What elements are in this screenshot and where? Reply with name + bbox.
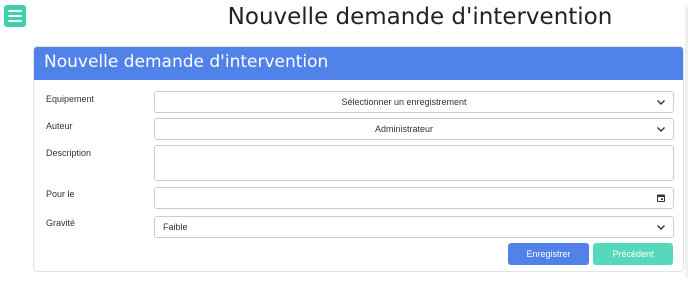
gravite-select[interactable]: Faible (154, 216, 674, 238)
form-panel: Nouvelle demande d'intervention Equipeme… (33, 46, 684, 272)
scrollbar[interactable] (685, 5, 688, 277)
equipement-value: Sélectionner un enregistrement (341, 97, 467, 107)
description-textarea[interactable] (154, 145, 674, 181)
equipement-select[interactable]: Sélectionner un enregistrement (154, 91, 674, 113)
description-label: Description (46, 148, 92, 158)
pour-le-date-input[interactable] (154, 187, 674, 209)
auteur-value: Administrateur (374, 124, 434, 134)
page-title: Nouvelle demande d'intervention (227, 4, 613, 30)
gravite-value: Faible (163, 222, 188, 232)
hamburger-icon[interactable] (4, 5, 26, 27)
auteur-select[interactable]: Administrateur (154, 118, 674, 140)
auteur-label: Auteur (46, 121, 73, 131)
pour-le-label: Pour le (46, 189, 75, 199)
save-button[interactable]: Enregistrer (508, 243, 589, 265)
back-button[interactable]: Précédent (593, 243, 673, 265)
calendar-icon[interactable] (656, 193, 666, 203)
panel-header: Nouvelle demande d'intervention (34, 47, 683, 80)
chevron-down-icon (657, 127, 665, 132)
chevron-down-icon (657, 100, 665, 105)
chevron-down-icon (657, 225, 665, 230)
equipement-label: Equipement (46, 94, 95, 104)
gravite-label: Gravité (46, 218, 76, 228)
page: Nouvelle demande d'intervention Nouvelle… (0, 0, 689, 282)
